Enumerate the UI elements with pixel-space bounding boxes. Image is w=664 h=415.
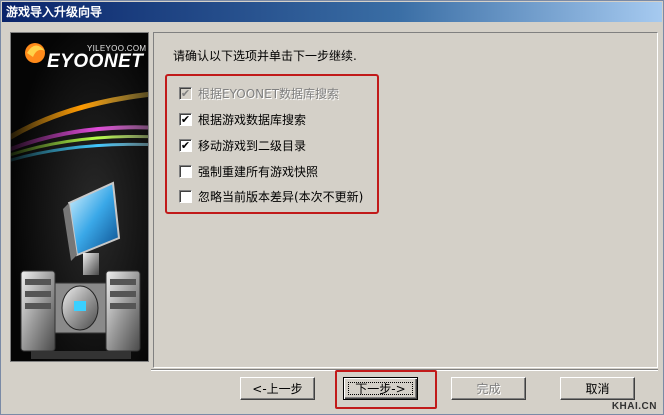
option-rebuild-snapshots[interactable]: 强制重建所有游戏快照 — [179, 163, 318, 179]
option-move-to-subdir[interactable]: ✔ 移动游戏到二级目录 — [179, 137, 306, 153]
back-button[interactable]: <-上一步 — [240, 377, 315, 400]
wizard-window: 游戏导入升级向导 YILEYOO.COM EYOONET 请确认以下选项并单击下… — [0, 0, 664, 415]
brand-image-panel: YILEYOO.COM EYOONET — [10, 32, 149, 362]
button-separator — [151, 369, 658, 371]
checkbox-checked-icon[interactable]: ✔ — [179, 112, 192, 126]
next-button[interactable]: 下一步-> — [343, 377, 418, 400]
window-title: 游戏导入升级向导 — [2, 2, 662, 22]
option-eyoonet-db-search: ✔ 根据EYOONET数据库搜索 — [179, 86, 340, 101]
checkbox-unchecked-icon[interactable] — [179, 164, 192, 178]
watermark-text: KHAI.CN — [611, 401, 657, 412]
checkbox-checked-icon: ✔ — [179, 86, 192, 100]
checkbox-unchecked-icon[interactable] — [179, 189, 192, 203]
cancel-button[interactable]: 取消 — [560, 377, 635, 400]
option-game-db-search[interactable]: ✔ 根据游戏数据库搜索 — [179, 111, 306, 127]
instruction-text: 请确认以下选项并单击下一步继续. — [173, 49, 357, 63]
eyoonet-logo-icon — [25, 43, 45, 63]
options-highlight-box: ✔ 根据EYOONET数据库搜索 ✔ 根据游戏数据库搜索 ✔ 移动游戏到二级目录… — [165, 74, 379, 214]
checkbox-checked-icon[interactable]: ✔ — [179, 138, 192, 152]
brand-artwork — [11, 33, 148, 361]
brand-logo-text: EYOONET — [47, 51, 144, 72]
option-ignore-version-diff[interactable]: 忽略当前版本差异(本次不更新) — [179, 188, 363, 204]
focus-rect — [348, 382, 413, 395]
options-panel: 请确认以下选项并单击下一步继续. ✔ 根据EYOONET数据库搜索 ✔ 根据游戏… — [153, 32, 658, 368]
finish-button[interactable]: 完成 — [451, 377, 526, 400]
